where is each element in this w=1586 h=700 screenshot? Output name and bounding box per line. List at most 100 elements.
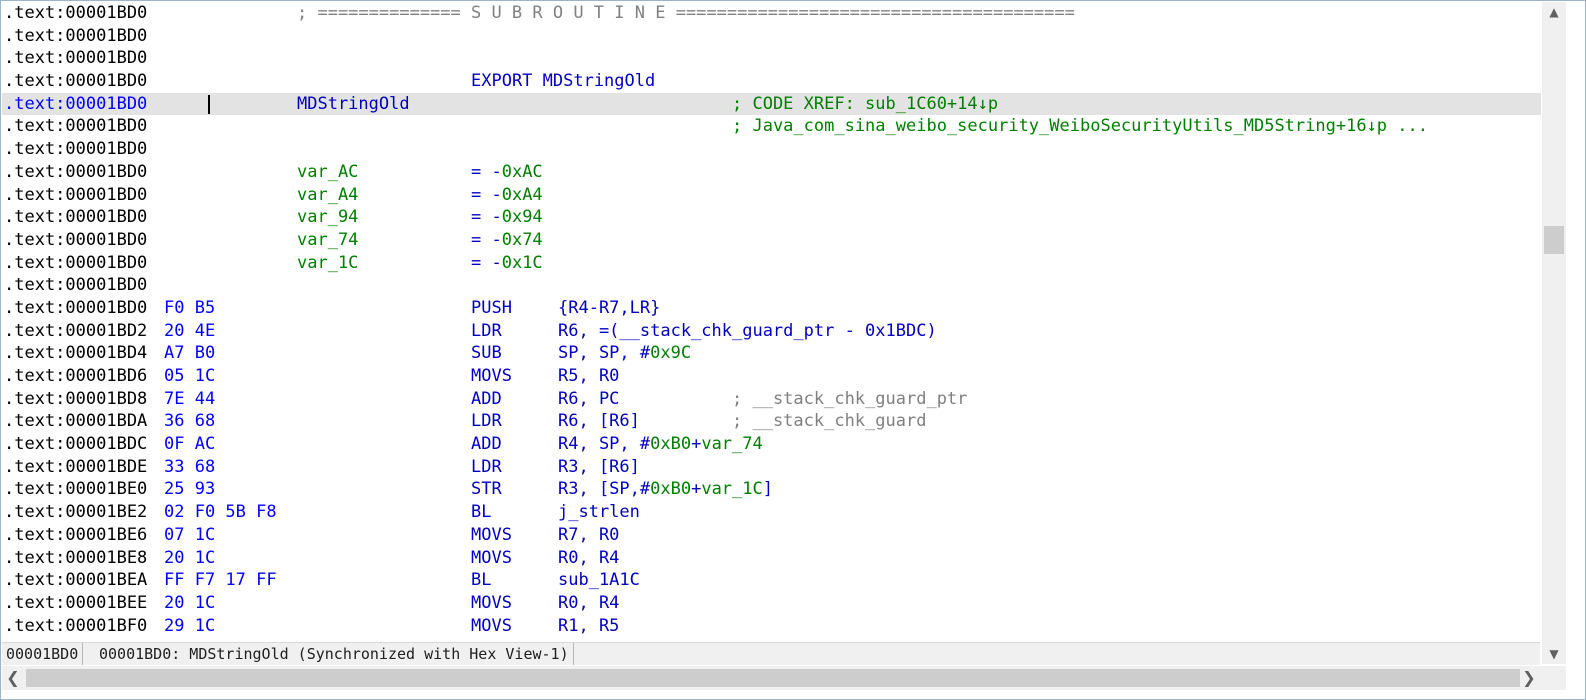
stack-var-equals: = - (471, 161, 502, 182)
vertical-scroll-thumb[interactable] (1544, 226, 1564, 254)
stack-var-name: var_94 (297, 207, 359, 228)
listing-row[interactable]: .text:00001BD0 (2, 47, 1541, 70)
instruction-operands: R5, R0 (558, 365, 619, 388)
listing-row[interactable]: .text:00001BE6 07 1C MOVS R7, R0 (2, 524, 1541, 547)
instruction-mnemonic: BL (471, 502, 492, 523)
listing-row[interactable]: .text:00001BD8 7E 44 ADD R6, PC ; __stack_ch… (2, 388, 1541, 411)
row-opcode-bytes: 20 1C (164, 592, 216, 613)
instruction-mnemonic: PUSH (471, 297, 512, 318)
listing-row[interactable]: .text:00001BD2 20 4E LDR R6, =(__stack_chk_… (2, 320, 1541, 343)
row-opcode-bytes: 02 F0 5B F8 (164, 502, 277, 523)
scroll-right-arrow-icon[interactable]: ❯ (1518, 666, 1540, 690)
listing-row[interactable]: .text:00001BD0 var_1C = -0x1C (2, 252, 1541, 275)
row-opcode-bytes: 07 1C (164, 524, 216, 545)
row-address: .text:00001BD0 (4, 275, 148, 296)
instruction-mnemonic: ADD (471, 434, 502, 455)
listing-row[interactable]: .text:00001BD0 ; Java_com_sina_weibo_secu… (2, 115, 1541, 138)
row-address: .text:00001BD0 (4, 93, 148, 114)
disassembly-listing[interactable]: .text:00001BD0 ; ============== S U B R O… (2, 2, 1541, 640)
instruction-mnemonic: ADD (471, 388, 502, 409)
stack-var-value: 0x1C (501, 252, 543, 273)
row-opcode-bytes: 7E 44 (164, 388, 216, 409)
row-address: .text:00001BDA (4, 411, 148, 432)
listing-row[interactable]: .text:00001BD0 EXPORT MDStringOld (2, 70, 1541, 93)
instruction-mnemonic: MOVS (471, 547, 512, 568)
row-address: .text:00001BD0 (4, 3, 148, 23)
operand-text: R3, [R6] (558, 456, 640, 477)
listing-row[interactable]: .text:00001BD0 var_74 = -0x74 (2, 229, 1541, 252)
row-address: .text:00001BD2 (4, 320, 148, 341)
auto-comment: ; __stack_chk_guard_ptr (732, 388, 968, 409)
row-address: .text:00001BE6 (4, 524, 148, 545)
stack-var-value: 0x74 (501, 229, 543, 250)
row-address: .text:00001BEA (4, 570, 148, 591)
listing-row[interactable]: .text:00001BD0 (2, 25, 1541, 48)
listing-row[interactable]: .text:00001BE2 02 F0 5B F8 BL j_strlen (2, 501, 1541, 524)
instruction-operands: R3, [R6] (558, 456, 640, 479)
instruction-mnemonic: STR (471, 479, 502, 500)
listing-row[interactable]: .text:00001BEE 20 1C MOVS R0, R4 (2, 592, 1541, 615)
listing-row[interactable]: .text:00001BD4 A7 B0 SUB SP, SP, #0x9C (2, 342, 1541, 365)
code-xref-comment[interactable]: ; Java_com_sina_weibo_security_WeiboSecu… (732, 115, 1428, 138)
instruction-operands: R0, R4 (558, 592, 619, 615)
vertical-scrollbar[interactable]: ▲ ▼ (1542, 2, 1566, 664)
listing-row[interactable]: .text:00001BE8 20 1C MOVS R0, R4 (2, 547, 1541, 570)
row-address: .text:00001BD0 (4, 139, 148, 160)
row-opcode-bytes: A7 B0 (164, 343, 216, 364)
row-address: .text:00001BE8 (4, 547, 148, 568)
row-opcode-bytes: 33 68 (164, 456, 216, 477)
listing-row[interactable]: .text:00001BF0 29 1C MOVS R1, R5 (2, 615, 1541, 638)
listing-row[interactable]: .text:00001BE0 25 93 STR R3, [SP,#0xB0+var_… (2, 478, 1541, 501)
operand-text: R6, =(__stack_chk_guard_ptr - 0x1BDC) (558, 320, 937, 341)
operand-constant: 0xB0 (650, 434, 692, 455)
instruction-operands: R6, PC (558, 388, 619, 411)
stack-var-offset: = -0x74 (471, 229, 543, 252)
horizontal-scroll-thumb[interactable] (26, 669, 1520, 687)
auto-comment: ; __stack_chk_guard (732, 411, 927, 432)
operand-text: R6, [R6] (558, 411, 640, 432)
listing-row[interactable]: .text:00001BEA FF F7 17 FF BL sub_1A1C (2, 569, 1541, 592)
row-address: .text:00001BDC (4, 434, 148, 455)
instruction-mnemonic: SUB (471, 343, 502, 364)
row-address: .text:00001BD0 (4, 48, 148, 69)
subroutine-separator: ; ============== S U B R O U T I N E ===… (297, 3, 1075, 23)
listing-row[interactable]: .text:00001BD0 var_94 = -0x94 (2, 206, 1541, 229)
row-opcode-bytes: 29 1C (164, 615, 216, 636)
code-xref-comment[interactable]: ; CODE XREF: sub_1C60+14↓p (732, 93, 998, 116)
ida-view-window: .text:00001BD0 ; ============== S U B R O… (0, 0, 1586, 700)
operand-text: R5, R0 (558, 366, 620, 386)
instruction-mnemonic: BL (471, 570, 492, 591)
listing-row[interactable]: .text:00001BD6 05 1C MOVS R5, R0 (2, 365, 1541, 388)
stack-var-value: 0xA4 (501, 184, 543, 205)
scroll-up-arrow-icon[interactable]: ▲ (1542, 2, 1566, 22)
listing-row[interactable]: .text:00001BDE 33 68 LDR R3, [R6] (2, 456, 1541, 479)
instruction-mnemonic: MOVS (471, 592, 512, 613)
listing-row[interactable]: .text:00001BDC 0F AC ADD R4, SP, #0xB0+var_… (2, 433, 1541, 456)
instruction-mnemonic: MOVS (471, 615, 512, 636)
scroll-left-arrow-icon[interactable]: ❮ (2, 666, 24, 690)
row-opcode-bytes: 0F AC (164, 434, 216, 455)
status-location: 00001BD0: MDStringOld (Synchronized with… (95, 643, 574, 665)
stack-var-name: var_1C (297, 252, 359, 273)
horizontal-scrollbar[interactable]: ❮ ❯ (2, 666, 1566, 690)
instruction-operands: R6, =(__stack_chk_guard_ptr - 0x1BDC) (558, 320, 937, 343)
operand-text: R3, [SP,# (558, 479, 651, 500)
listing-row[interactable]: .text:00001BD0 ; ============== S U B R O… (2, 2, 1541, 25)
function-label[interactable]: MDStringOld (297, 93, 410, 116)
row-address: .text:00001BD8 (4, 388, 148, 409)
row-address: .text:00001BD0 (4, 252, 148, 273)
listing-row[interactable]: .text:00001BD0 var_AC = -0xAC (2, 161, 1541, 184)
row-address: .text:00001BDE (4, 456, 148, 477)
listing-row[interactable]: .text:00001BDA 36 68 LDR R6, [R6] ; __stack_… (2, 410, 1541, 433)
row-address: .text:00001BD0 (4, 71, 148, 92)
listing-row[interactable]: .text:00001BD0 MDStringOld ; CODE XREF: su… (2, 92, 1541, 116)
operand-text: R0, R4 (558, 547, 620, 568)
listing-row[interactable]: .text:00001BD0 F0 B5 PUSH {R4-R7,LR} (2, 297, 1541, 320)
scroll-down-arrow-icon[interactable]: ▼ (1542, 644, 1566, 664)
row-opcode-bytes: F0 B5 (164, 297, 216, 318)
row-address: .text:00001BD6 (4, 366, 148, 386)
row-address: .text:00001BD0 (4, 184, 148, 205)
listing-row[interactable]: .text:00001BD0 var_A4 = -0xA4 (2, 184, 1541, 207)
listing-row[interactable]: .text:00001BD0 (2, 274, 1541, 297)
listing-row[interactable]: .text:00001BD0 (2, 138, 1541, 161)
